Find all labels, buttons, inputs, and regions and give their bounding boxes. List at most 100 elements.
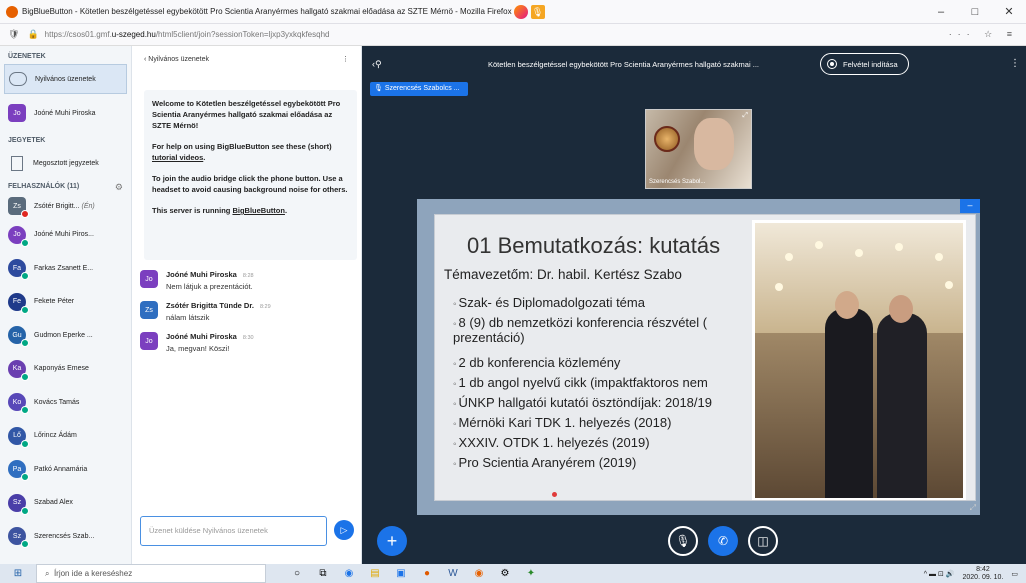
- user-list-item[interactable]: Gu Gudmon Eperke ...: [0, 319, 131, 353]
- send-message-button[interactable]: ▷: [334, 520, 354, 540]
- share-webcam-button[interactable]: ◫: [748, 526, 778, 556]
- notes-icon: [11, 155, 23, 171]
- user-list-item[interactable]: Sz Szerencsés Szab...: [0, 520, 131, 554]
- firefox-icon: [513, 4, 528, 19]
- user-list-item[interactable]: Sz Szabad Alex: [0, 486, 131, 520]
- user-name: Zsótér Brigitt...: [34, 202, 80, 210]
- slide-bullet: 2 db konferencia közlemény: [453, 355, 712, 375]
- settings-icon[interactable]: ⚙: [492, 568, 518, 579]
- app-icon-2[interactable]: ✦: [518, 568, 544, 579]
- audio-status-icon: [21, 372, 29, 381]
- meeting-title: Kötetlen beszélgetéssel egybekötött Pro …: [488, 59, 759, 69]
- taskbar-apps: ○ ⧉ ◉ ▤ ▣ ● W ◉ ⚙ ✦: [284, 568, 544, 579]
- window-controls: – □ ✕: [924, 0, 1026, 24]
- leave-audio-button[interactable]: ✆: [708, 526, 738, 556]
- webcam-video[interactable]: ⤢ Szerencsés Szabol...: [645, 109, 752, 189]
- avatar: Lő: [8, 426, 29, 448]
- shield-icon[interactable]: 🛡: [8, 29, 19, 40]
- tutorial-videos-link[interactable]: tutorial videos: [152, 153, 203, 162]
- you-label: (Én): [81, 202, 95, 210]
- bigbluebutton-link[interactable]: BigBlueButton: [232, 206, 285, 215]
- avatar: Gu: [8, 326, 29, 348]
- mic-sharing-indicator-icon[interactable]: 🎙: [530, 4, 545, 19]
- clock[interactable]: 8:42 2020. 09. 10.: [963, 566, 1004, 582]
- user-name: Farkas Zsanett E...: [34, 264, 94, 272]
- users-section-title: FELHASZNÁLÓK (11) ⚙: [8, 180, 123, 194]
- maximize-window-button[interactable]: □: [958, 0, 992, 24]
- chat-panel: ‹ Nyilvános üzenetek ⋮ Welcome to Kötetl…: [132, 46, 362, 564]
- shared-notes-item[interactable]: Megosztott jegyzetek: [0, 148, 131, 178]
- audio-status-icon: [21, 339, 29, 348]
- user-list-item[interactable]: Fe Fekete Péter: [0, 285, 131, 319]
- file-explorer-icon[interactable]: ▤: [362, 568, 388, 579]
- user-list-item[interactable]: Fa Farkas Zsanett E...: [0, 252, 131, 286]
- edge-icon[interactable]: ◉: [336, 568, 362, 579]
- user-list-item[interactable]: Ka Kaponyás Emese: [0, 352, 131, 386]
- start-recording-button[interactable]: Felvétel indítása: [820, 53, 909, 75]
- user-list-item[interactable]: Zs Zsótér Brigitt... (Én): [0, 194, 131, 218]
- chat-bubble-icon: [9, 72, 27, 86]
- notes-section-title: JEGYETEK: [8, 137, 46, 144]
- task-view-icon[interactable]: ⧉: [310, 568, 336, 579]
- mute-microphone-button[interactable]: 🎙: [668, 526, 698, 556]
- nav-bar: ‹⚲ Kötetlen beszélgetéssel egybekötött P…: [362, 46, 1026, 82]
- user-list-item[interactable]: Lő Lőrincz Ádám: [0, 419, 131, 453]
- lock-icon[interactable]: 🔒: [27, 29, 38, 40]
- user-name: Szerencsés Szab...: [34, 532, 95, 540]
- notification-icon[interactable]: ▭: [1011, 570, 1018, 578]
- avatar: Zs: [140, 301, 158, 319]
- cortana-icon[interactable]: ○: [284, 568, 310, 579]
- presentation-container: 01 Bemutatkozás: kutatás Témavezetőm: Dr…: [417, 199, 980, 515]
- slide-bullet: 1 db angol nyelvű cikk (impaktfaktoros n…: [453, 375, 712, 395]
- avatar: Ka: [8, 359, 29, 381]
- system-tray: ^ ▬ ⊡ 🔊 8:42 2020. 09. 10. ▭: [924, 564, 1018, 583]
- avatar: Ko: [8, 393, 29, 415]
- hide-chat-button[interactable]: ‹ Nyilvános üzenetek: [144, 56, 209, 63]
- slide-bullet: Pro Scientia Aranyérem (2019): [453, 455, 712, 475]
- gear-icon[interactable]: ⚙: [115, 180, 123, 194]
- audio-status-icon: [21, 506, 29, 515]
- private-chat-item[interactable]: Jo Joóné Muhi Piroska: [0, 98, 131, 128]
- chat-header: ‹ Nyilvános üzenetek ⋮: [132, 46, 361, 72]
- user-name: Kaponyás Emese: [34, 365, 89, 373]
- close-window-button[interactable]: ✕: [992, 0, 1026, 24]
- user-list-item[interactable]: Pa Patkó Annamária: [0, 453, 131, 487]
- message-time: 8:29: [259, 304, 271, 310]
- avatar: Jo: [140, 332, 158, 350]
- fullscreen-icon[interactable]: ⤢: [742, 112, 748, 120]
- user-list-item[interactable]: Jo Joóné Muhi Piros...: [0, 218, 131, 252]
- message-time: 8:28: [242, 273, 254, 279]
- options-menu-icon[interactable]: ⋮: [1010, 58, 1020, 69]
- medal-image: [654, 126, 680, 152]
- minimize-presentation-button[interactable]: –: [960, 199, 980, 213]
- messages-section-title: ÜZENETEK: [8, 53, 46, 60]
- chat-options-icon[interactable]: ⋮: [342, 55, 349, 63]
- audio-status-icon: [21, 473, 29, 482]
- windows-start-icon[interactable]: ⊞: [0, 568, 36, 579]
- firefox-taskbar-icon[interactable]: ◉: [466, 568, 492, 579]
- avatar: Pa: [8, 460, 29, 482]
- browser-toolbar-icons[interactable]: ··· ☆ ≡: [949, 29, 1018, 40]
- audio-status-icon: [21, 540, 29, 549]
- word-icon[interactable]: W: [440, 568, 466, 579]
- presenter-cursor: [552, 492, 557, 497]
- toggle-userlist-icon[interactable]: ‹⚲: [372, 59, 382, 70]
- chat-message-input[interactable]: Üzenet küldése Nyilvános üzenetek: [140, 516, 327, 546]
- actions-button[interactable]: +: [377, 526, 407, 556]
- store-icon[interactable]: ▣: [388, 568, 414, 579]
- user-name: Fekete Péter: [34, 298, 75, 306]
- public-chat-item[interactable]: Nyilvános üzenetek: [4, 64, 127, 94]
- message-sender: Joóné Muhi Piroska 8:28: [166, 270, 254, 279]
- user-name: Gudmon Eperke ...: [34, 331, 93, 339]
- app-icon[interactable]: ●: [414, 568, 440, 579]
- audio-status-icon: [21, 406, 29, 415]
- fullscreen-presentation-icon[interactable]: ⤢: [970, 503, 976, 513]
- audio-status-icon: [21, 210, 29, 218]
- minimize-window-button[interactable]: –: [924, 0, 958, 24]
- avatar: Zs: [8, 197, 29, 218]
- url-field[interactable]: https://csos01.gmf.u-szeged.hu/html5clie…: [45, 30, 330, 39]
- taskbar-search-input[interactable]: ⌕ Írjon ide a kereséshez: [36, 564, 266, 583]
- user-name: Szabad Alex: [34, 499, 73, 507]
- user-list-item[interactable]: Ko Kovács Tamás: [0, 386, 131, 420]
- tray-icons[interactable]: ^ ▬ ⊡ 🔊: [924, 570, 955, 578]
